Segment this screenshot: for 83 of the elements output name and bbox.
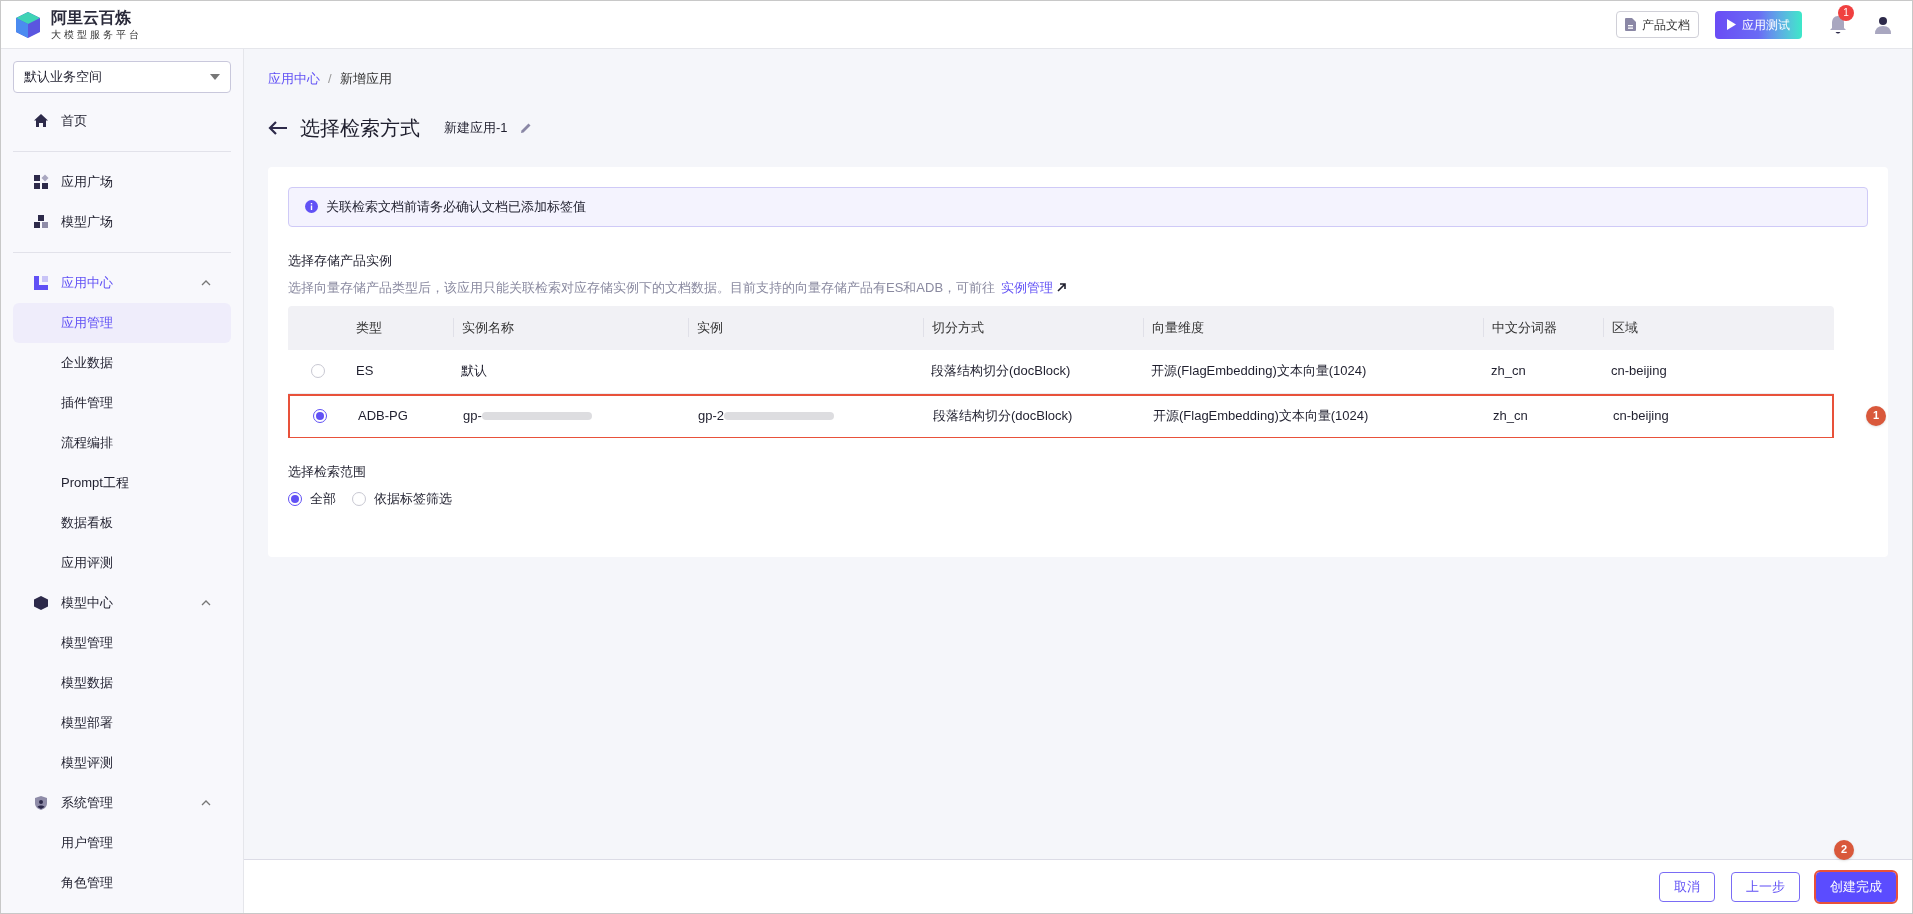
column-header: 实例名称: [453, 317, 688, 338]
sidebar-subitem[interactable]: 数据看板: [13, 503, 231, 543]
footer-button[interactable]: 上一步: [1731, 871, 1800, 902]
sidebar-subitem[interactable]: 应用评测: [13, 543, 231, 583]
step-marker: 1: [1866, 405, 1886, 426]
table-cell-text: cn-beijing: [1613, 407, 1669, 426]
table-cell-text: 段落结构切分(docBlock): [931, 362, 1071, 381]
table-row[interactable]: ADB-PG gp- gp-2 段落结构切分(docBlock) 开源(FlagEmbedding)文本向量(1024) zh_cn cn-beijing: [288, 393, 1834, 438]
radio-option[interactable]: 依据标签筛选: [352, 489, 452, 509]
sidebar-subitem[interactable]: 用户管理: [13, 823, 231, 863]
sidebar-subitem[interactable]: 模型评测: [13, 743, 231, 783]
workspace-select[interactable]: 默认业务空间: [13, 61, 231, 93]
table-cell-text: ADB-PG: [358, 407, 408, 426]
bell-icon[interactable]: [1829, 14, 1847, 35]
breadcrumb-current: 新增应用: [339, 70, 392, 88]
test-app-button[interactable]: 应用测试: [1715, 10, 1802, 39]
home-icon: [33, 113, 49, 129]
breadcrumb-link[interactable]: 应用中心: [268, 69, 320, 89]
table-cell-text: zh_cn: [1493, 407, 1528, 426]
breadcrumb-separator: /: [328, 70, 332, 88]
play-icon: [1727, 19, 1736, 30]
column-header: 类型: [355, 318, 383, 337]
app-name: 新建应用-1: [444, 118, 508, 137]
table-cell-text: 段落结构切分(docBlock): [933, 407, 1073, 426]
chevron-up-icon[interactable]: [201, 278, 211, 288]
edit-icon[interactable]: [519, 121, 532, 134]
instance-management-link[interactable]: 实例管理: [1001, 278, 1067, 298]
table-cell-text: 默认: [461, 362, 487, 381]
sidebar-item[interactable]: 系统管理: [13, 783, 231, 823]
sidebar-subitem[interactable]: 模型管理: [13, 623, 231, 663]
section-title: 选择检索范围: [288, 462, 367, 481]
table-cell-text: 开源(FlagEmbedding)文本向量(1024): [1153, 407, 1369, 426]
back-arrow-icon[interactable]: [268, 120, 288, 135]
column-header: 中文分词器: [1483, 317, 1603, 338]
sidebar-item[interactable]: 应用广场: [13, 162, 231, 202]
chevron-up-icon[interactable]: [201, 798, 211, 808]
sidebar-item[interactable]: 模型广场: [13, 202, 231, 242]
external-link-icon: [1057, 283, 1067, 293]
cubes-icon: [33, 214, 49, 230]
step-marker: 2: [1834, 839, 1854, 860]
brand-tagline: 大模型服务平台: [51, 29, 142, 40]
chevron-up-icon[interactable]: [201, 598, 211, 608]
column-header: 实例: [688, 317, 923, 338]
sidebar-subitem[interactable]: Prompt工程: [13, 463, 231, 503]
sidebar-subitem[interactable]: 模型部署: [13, 703, 231, 743]
footer-button[interactable]: 创建完成: [1816, 871, 1896, 902]
docs-button[interactable]: 产品文档: [1616, 11, 1699, 38]
section-description: 选择向量存储产品类型后，该应用只能关联检索对应存储实例下的文档数据。目前支持的向量存储产品有ES和ADB，可前往: [288, 279, 996, 297]
user-icon[interactable]: [1874, 15, 1892, 34]
sidebar-item[interactable]: 模型中心: [13, 583, 231, 623]
shield-icon: [33, 795, 49, 811]
column-header: 区域: [1603, 317, 1834, 338]
table-cell-text: gp-: [463, 407, 482, 426]
section-title: 选择存储产品实例: [288, 251, 393, 270]
sidebar-item[interactable]: 首页: [13, 101, 231, 141]
sidebar-subitem[interactable]: 企业数据: [13, 343, 231, 383]
table-row[interactable]: ES 默认 段落结构切分(docBlock) 开源(FlagEmbedding)文本向量(1024) zh_cn cn-beijing: [288, 349, 1834, 394]
info-icon: [305, 200, 318, 213]
radio-option[interactable]: 全部: [288, 489, 336, 509]
notification-badge: 1: [1838, 4, 1854, 21]
brand-name: 阿里云百炼: [51, 9, 132, 26]
sidebar-subitem[interactable]: 应用管理: [13, 303, 231, 343]
logo-icon: [13, 9, 43, 40]
table-cell-text: ES: [356, 362, 374, 381]
table-cell-text: 开源(FlagEmbedding)文本向量(1024): [1151, 362, 1367, 381]
footer-button[interactable]: 取消: [1659, 871, 1715, 902]
sidebar-subitem[interactable]: 插件管理: [13, 383, 231, 423]
cube-icon: [33, 595, 49, 611]
column-header: 向量维度: [1143, 317, 1483, 338]
table-cell-text: gp-2: [698, 407, 725, 426]
sidebar-subitem[interactable]: 流程编排: [13, 423, 231, 463]
table-cell-text: cn-beijing: [1611, 362, 1667, 381]
column-header: 切分方式: [923, 317, 1143, 338]
notice-text: 关联检索文档前请务必确认文档已添加标签值: [326, 197, 586, 216]
app-icon: [33, 275, 49, 291]
page-title: 选择检索方式: [300, 115, 420, 141]
sidebar-subitem[interactable]: 模型数据: [13, 663, 231, 703]
document-icon: [1625, 18, 1636, 31]
sidebar-item[interactable]: 应用中心: [13, 263, 231, 303]
dropdown-caret-icon: [210, 74, 220, 80]
grid-icon: [33, 174, 49, 190]
sidebar-subitem[interactable]: 角色管理: [13, 863, 231, 903]
table-cell-text: zh_cn: [1491, 362, 1526, 381]
